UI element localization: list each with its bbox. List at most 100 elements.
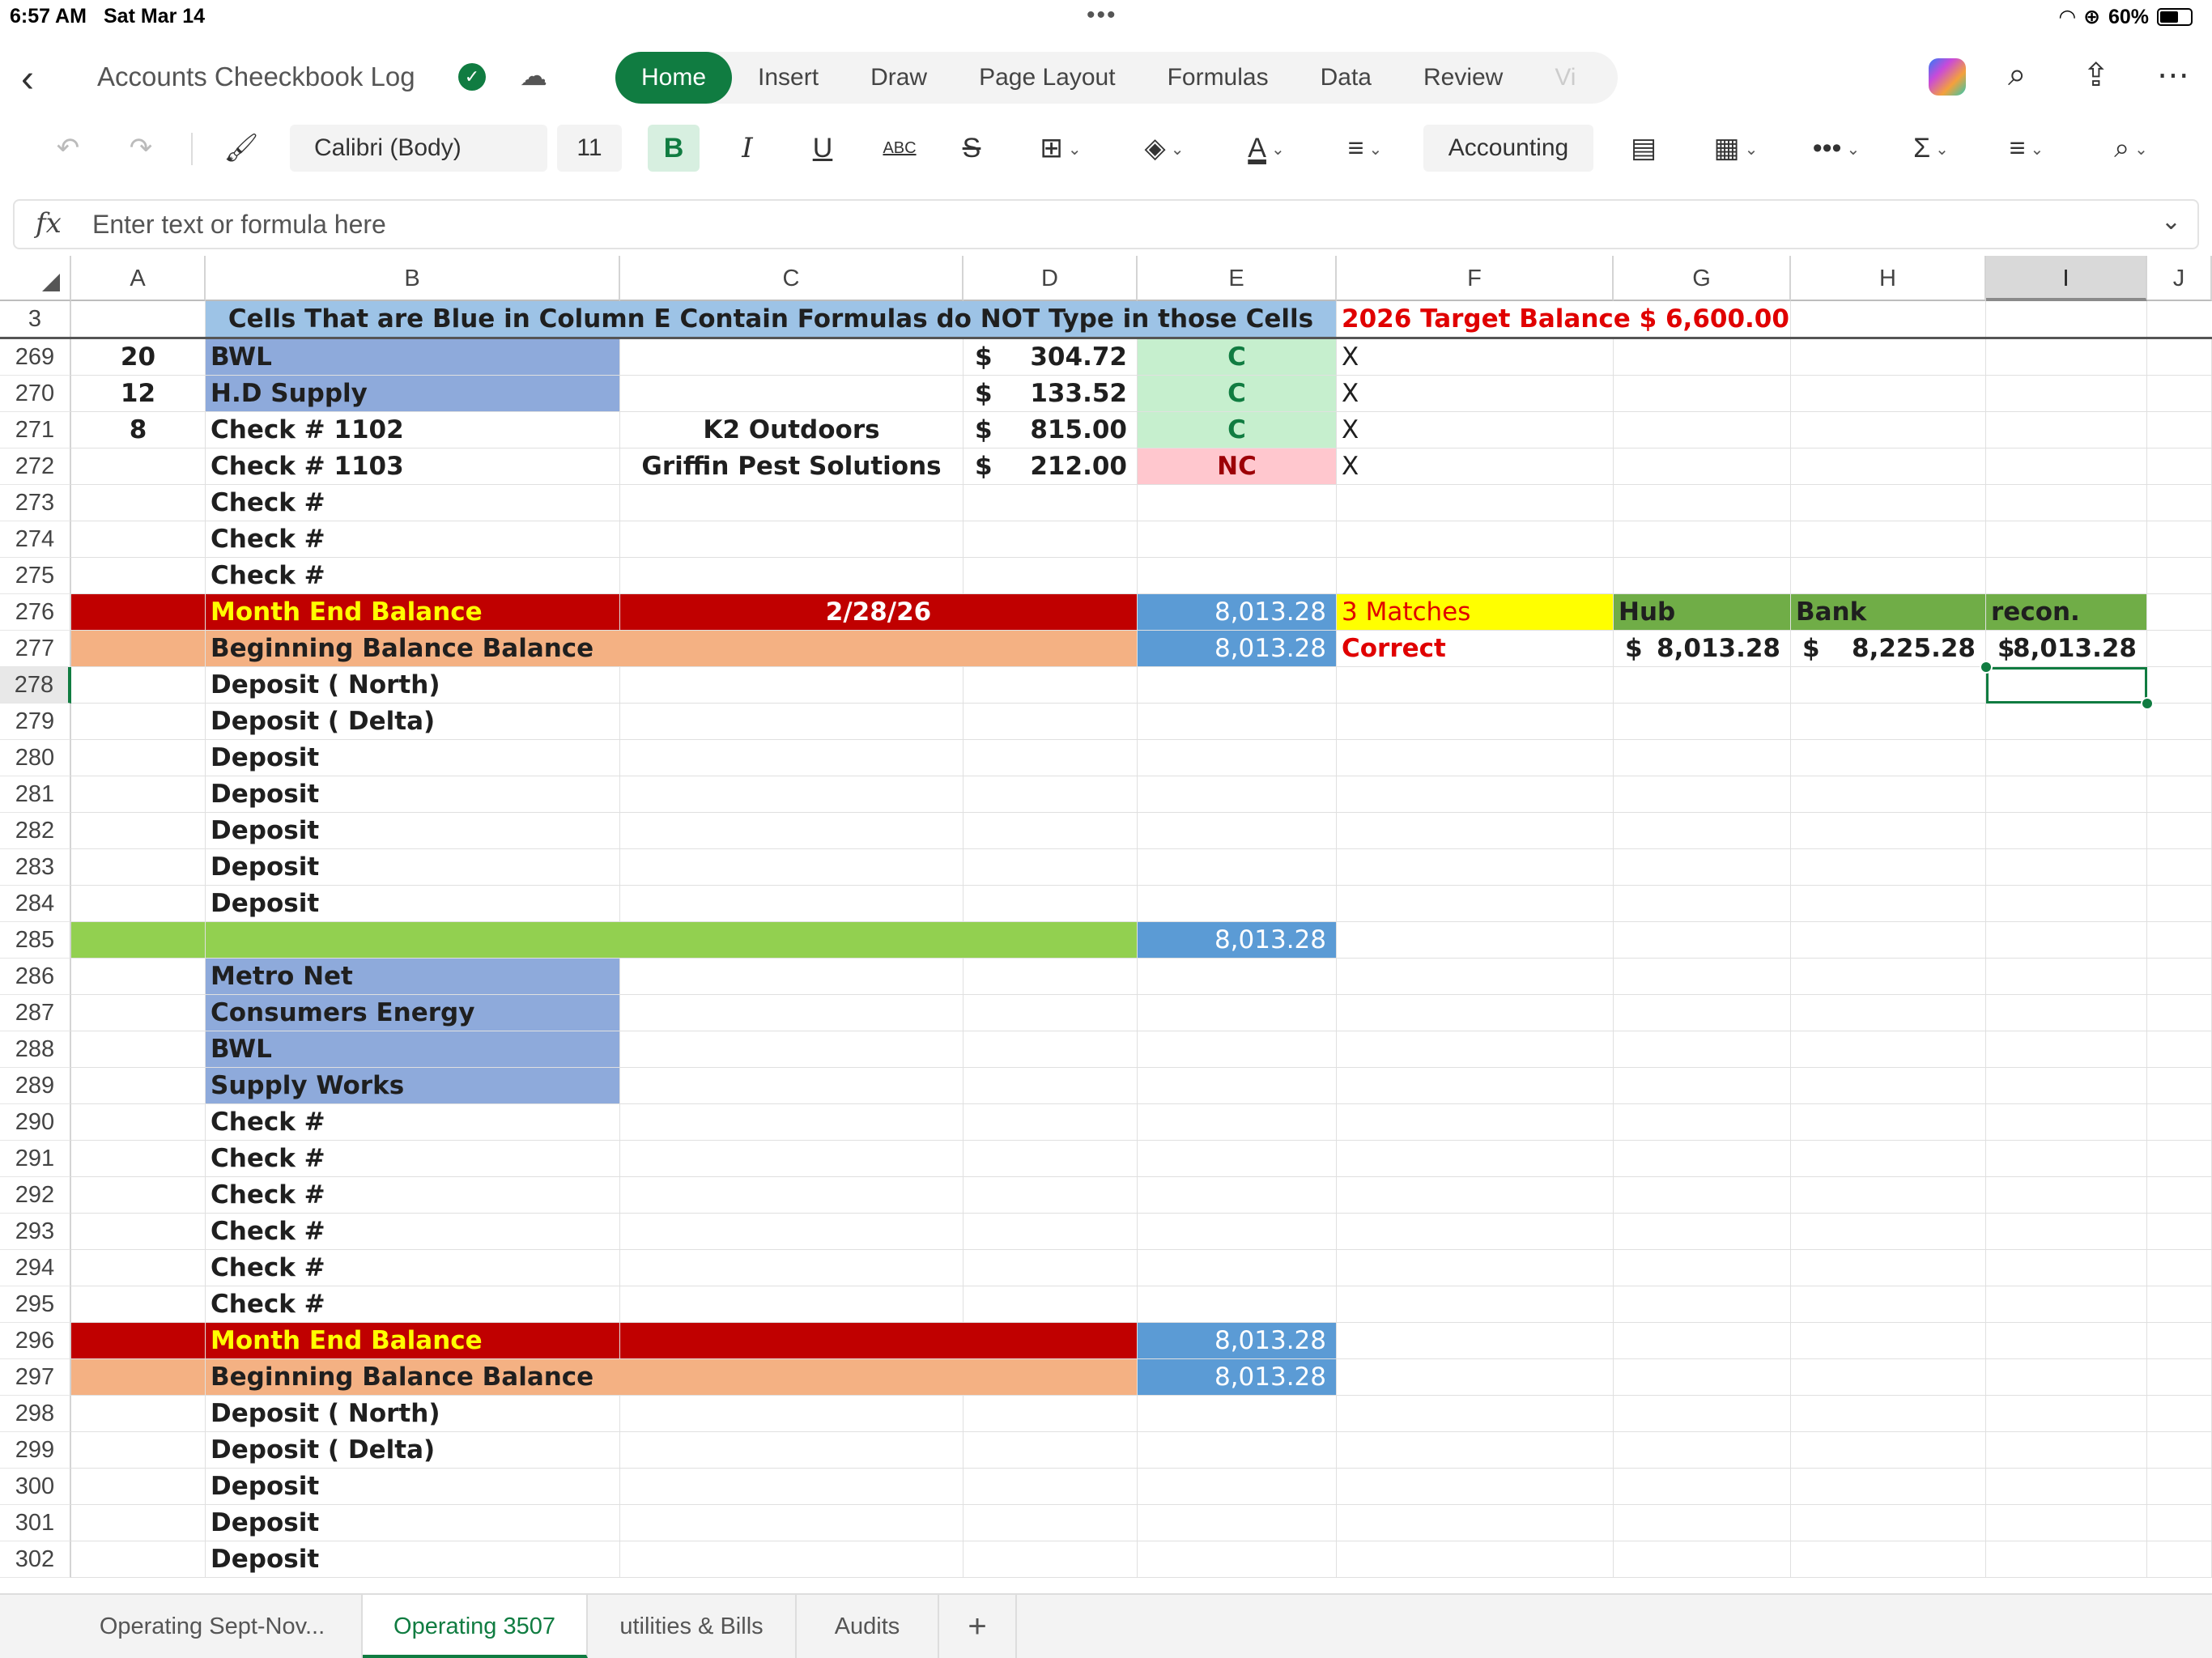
row-header[interactable]: 297 (0, 1359, 71, 1396)
cell-i[interactable] (1986, 412, 2147, 449)
cell-j[interactable] (2147, 959, 2212, 995)
cell-d[interactable] (963, 1068, 1138, 1104)
row-header[interactable]: 277 (0, 631, 71, 667)
row-header[interactable]: 295 (0, 1286, 71, 1323)
cell-d[interactable] (963, 558, 1138, 594)
cell-e[interactable] (1138, 485, 1337, 521)
cell-h[interactable] (1791, 1177, 1986, 1214)
row-header[interactable]: 302 (0, 1541, 71, 1578)
beginning-balance-label[interactable]: Beginning Balance Balance (206, 1359, 1138, 1396)
column-header-b[interactable]: B (206, 256, 620, 301)
cell-b[interactable]: Deposit (206, 776, 620, 813)
tab-review[interactable]: Review (1397, 52, 1529, 104)
cell-a[interactable] (71, 1541, 206, 1578)
font-color-icon[interactable]: A ⌄ (1227, 125, 1305, 172)
row-header[interactable]: 282 (0, 813, 71, 849)
cell-g[interactable] (1614, 339, 1791, 376)
cell-c[interactable] (620, 1068, 963, 1104)
cell-h[interactable] (1791, 558, 1986, 594)
more-options-icon[interactable]: ⋯ (2157, 57, 2189, 94)
cell-b[interactable]: Supply Works (206, 1068, 620, 1104)
cell-c[interactable] (620, 1214, 963, 1250)
cell-c[interactable] (620, 1541, 963, 1578)
cell-e[interactable] (1138, 558, 1337, 594)
cell-a[interactable] (71, 1286, 206, 1323)
cell-h[interactable] (1791, 449, 1986, 485)
cell-e[interactable] (1138, 1104, 1337, 1141)
cell-d[interactable] (963, 1031, 1138, 1068)
cell-g[interactable] (1614, 1068, 1791, 1104)
cell-g[interactable] (1614, 1469, 1791, 1505)
cell-f[interactable] (1337, 995, 1614, 1031)
cell-f[interactable] (1337, 776, 1614, 813)
cell-j[interactable] (2147, 995, 2212, 1031)
row-header[interactable]: 280 (0, 740, 71, 776)
cell-h[interactable] (1791, 1359, 1986, 1396)
cell-i[interactable] (1986, 776, 2147, 813)
cell-c[interactable] (620, 995, 963, 1031)
cell-g[interactable] (1614, 776, 1791, 813)
cell-f[interactable] (1337, 1541, 1614, 1578)
cell-a[interactable] (71, 1068, 206, 1104)
cell-b[interactable]: Check # (206, 558, 620, 594)
cell-i[interactable] (1986, 1214, 2147, 1250)
cell-g[interactable] (1614, 1177, 1791, 1214)
cell-c[interactable] (620, 339, 963, 376)
cell-a[interactable]: 12 (71, 376, 206, 412)
cell-f[interactable] (1337, 1214, 1614, 1250)
tab-data[interactable]: Data (1295, 52, 1397, 104)
cell-c[interactable] (620, 1104, 963, 1141)
search-icon[interactable]: ⌕ (2008, 57, 2026, 93)
row-header[interactable]: 283 (0, 849, 71, 886)
cell-h3[interactable] (1791, 301, 1986, 338)
row-header[interactable]: 278 (0, 667, 71, 704)
cell-b[interactable]: Check # (206, 521, 620, 558)
cell-i[interactable] (1986, 1323, 2147, 1359)
cell-b[interactable]: Deposit ( North) (206, 1396, 620, 1432)
tab-home[interactable]: Home (615, 52, 733, 104)
cell-c[interactable] (620, 485, 963, 521)
cell-e[interactable] (1138, 704, 1337, 740)
cell-f[interactable] (1337, 849, 1614, 886)
cell-d[interactable] (963, 1505, 1138, 1541)
cell-b[interactable]: H.D Supply (206, 376, 620, 412)
cell-g[interactable]: Hub (1614, 594, 1791, 631)
cell-d[interactable] (963, 704, 1138, 740)
cell-h[interactable] (1791, 1031, 1986, 1068)
cell-g[interactable] (1614, 449, 1791, 485)
cell-h[interactable] (1791, 1469, 1986, 1505)
cell-b[interactable]: Deposit (206, 1469, 620, 1505)
cell-f[interactable]: X (1337, 339, 1614, 376)
cell-e[interactable]: 8,013.28 (1138, 631, 1337, 667)
cell-c[interactable] (620, 1469, 963, 1505)
document-title[interactable]: Accounts Cheeckbook Log (97, 62, 415, 92)
cell-d[interactable] (963, 1432, 1138, 1469)
row-header[interactable]: 290 (0, 1104, 71, 1141)
font-name-select[interactable]: Calibri (Body) (290, 125, 547, 172)
cell-h[interactable] (1791, 1068, 1986, 1104)
find-icon[interactable]: ⌕ ⌄ (2092, 125, 2170, 172)
cell-d[interactable] (963, 849, 1138, 886)
cell-c[interactable] (620, 376, 963, 412)
cell-a[interactable] (71, 995, 206, 1031)
spelling-button[interactable]: ABC (873, 125, 926, 172)
cell-b[interactable]: Deposit ( Delta) (206, 704, 620, 740)
cell-f[interactable] (1337, 558, 1614, 594)
cell-j[interactable] (2147, 740, 2212, 776)
sort-filter-icon[interactable]: ≡ ⌄ (1990, 125, 2063, 172)
cell-j[interactable] (2147, 1141, 2212, 1177)
cell-f[interactable] (1337, 1104, 1614, 1141)
cell-i[interactable] (1986, 1432, 2147, 1469)
column-header-j[interactable]: J (2147, 256, 2212, 301)
cell-d[interactable] (963, 959, 1138, 995)
cell-h[interactable] (1791, 740, 1986, 776)
cell-h[interactable] (1791, 813, 1986, 849)
cell-d[interactable] (963, 521, 1138, 558)
cell-i[interactable] (1986, 1141, 2147, 1177)
cell-h[interactable] (1791, 922, 1986, 959)
format-painter-icon[interactable]: 🖌 (219, 125, 264, 172)
cell-g[interactable] (1614, 1505, 1791, 1541)
cell-g[interactable] (1614, 521, 1791, 558)
cell-a[interactable] (71, 449, 206, 485)
cell-a[interactable] (71, 667, 206, 704)
